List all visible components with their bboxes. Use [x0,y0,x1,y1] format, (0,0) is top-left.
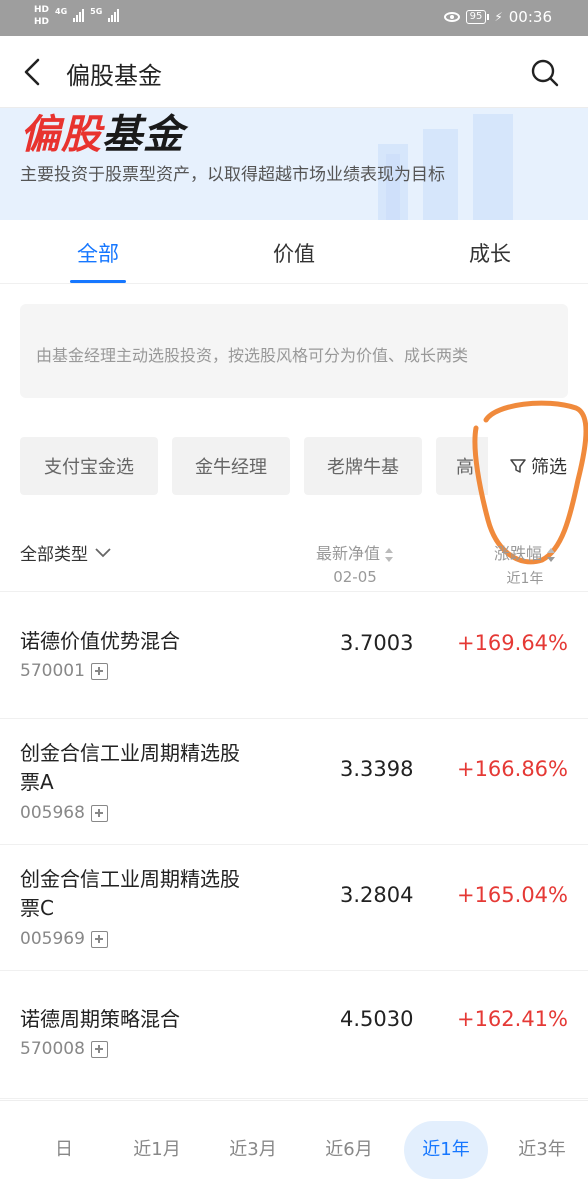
chip-golden-bull-manager[interactable]: 金牛经理 [172,437,290,495]
nav-bar: 偏股基金 [0,36,588,108]
sort-icon [547,547,556,562]
fund-list-header: 全部类型 最新净值 02-05 涨跌幅 近1年 [0,530,588,592]
fund-change: +165.04% [456,883,568,907]
network-type-1: 4G [55,7,68,16]
period-3-months[interactable]: 近3月 [211,1121,295,1179]
add-watchlist-icon[interactable] [90,662,108,680]
status-left: HD HD 4G 5G [34,4,120,28]
fund-change: +169.64% [456,631,568,655]
chevron-down-icon [95,547,111,557]
category-description: 由基金经理主动选股投资，按选股风格可分为价值、成长两类 [20,304,568,398]
page-title: 偏股基金 [66,62,162,90]
fund-code-group: 005968 [20,803,108,823]
banner-title-dark: 基金 [102,112,184,158]
signal-icon [108,8,120,22]
fund-name: 诺德价值优势混合 [20,629,180,653]
change-header-label: 涨跌幅 [494,544,543,563]
nav-header-label: 最新净值 [316,544,381,563]
network-type-2: 5G [90,7,103,16]
style-tabs: 全部 价值 成长 [0,220,588,284]
fund-code: 570001 [20,661,85,681]
fund-code: 570008 [20,1039,85,1059]
fund-row[interactable]: 创金合信工业周期精选股票C 005969 3.2804 +165.04% [0,845,588,971]
chip-alipay-selected[interactable]: 支付宝金选 [20,437,158,495]
change-sort-header[interactable]: 涨跌幅 近1年 [494,540,556,588]
period-selector: 日 近1月 近3月 近6月 近1年 近3年 [0,1100,588,1200]
fund-nav: 3.3398 [340,757,414,781]
fund-code: 005968 [20,803,85,823]
nav-date: 02-05 [333,568,377,586]
fund-name: 创金合信工业周期精选股票C [20,867,240,920]
fund-row[interactable]: 创金合信工业周期精选股票A 005968 3.3398 +166.86% [0,719,588,845]
fund-code-group: 005969 [20,929,108,949]
search-icon[interactable] [530,58,560,88]
period-6-months[interactable]: 近6月 [307,1121,391,1179]
fund-code-group: 570001 [20,661,108,681]
back-arrow-icon[interactable] [20,56,48,88]
fund-change: +166.86% [456,757,568,781]
type-dropdown-label: 全部类型 [20,545,88,565]
period-1-year[interactable]: 近1年 [404,1121,488,1179]
fund-nav: 3.2804 [340,883,414,907]
fund-name: 创金合信工业周期精选股票A [20,741,240,794]
tab-all[interactable]: 全部 [38,238,158,268]
fund-change: +162.41% [456,1007,568,1031]
fund-nav: 4.5030 [340,1007,414,1031]
hd-label-2: HD [34,17,50,27]
tab-value[interactable]: 价值 [234,238,354,268]
banner-title: 偏股基金 [20,108,184,160]
hd-indicator: HD HD [34,4,49,28]
charging-icon: ⚡ [494,10,503,24]
battery-icon: 95 [465,10,490,24]
signal-icon [73,8,85,22]
fund-code-group: 570008 [20,1039,108,1059]
fund-code: 005969 [20,929,85,949]
fund-nav: 3.7003 [340,631,414,655]
banner-subtitle: 主要投资于股票型资产，以取得超越市场业绩表现为目标 [20,165,445,185]
add-watchlist-icon[interactable] [90,1040,108,1058]
status-bar: HD HD 4G 5G 95 ⚡ 00:36 [0,0,588,36]
category-banner: 偏股基金 主要投资于股票型资产，以取得超越市场业绩表现为目标 [0,108,588,220]
fund-name: 诺德周期策略混合 [20,1007,180,1031]
sort-icon [385,547,394,562]
add-watchlist-icon[interactable] [90,930,108,948]
active-tab-indicator [70,280,126,283]
chip-veteran-fund[interactable]: 老牌牛基 [304,437,422,495]
status-right: 95 ⚡ 00:36 [443,8,552,26]
banner-title-red: 偏股 [20,112,102,158]
change-period: 近1年 [506,571,544,587]
fund-row[interactable]: 诺德周期策略混合 570008 4.5030 +162.41% [0,971,588,1099]
hd-label-1: HD [34,5,50,15]
add-watchlist-icon[interactable] [90,804,108,822]
period-day[interactable]: 日 [22,1121,106,1179]
period-1-month[interactable]: 近1月 [115,1121,199,1179]
status-time: 00:36 [508,8,552,26]
nav-sort-header[interactable]: 最新净值 02-05 [316,540,394,586]
period-3-years[interactable]: 近3年 [500,1121,584,1179]
type-dropdown[interactable]: 全部类型 [20,540,112,565]
tab-growth[interactable]: 成长 [430,238,550,268]
eye-icon [443,12,460,22]
fund-row[interactable]: 诺德价值优势混合 570001 3.7003 +169.64% [0,593,588,719]
